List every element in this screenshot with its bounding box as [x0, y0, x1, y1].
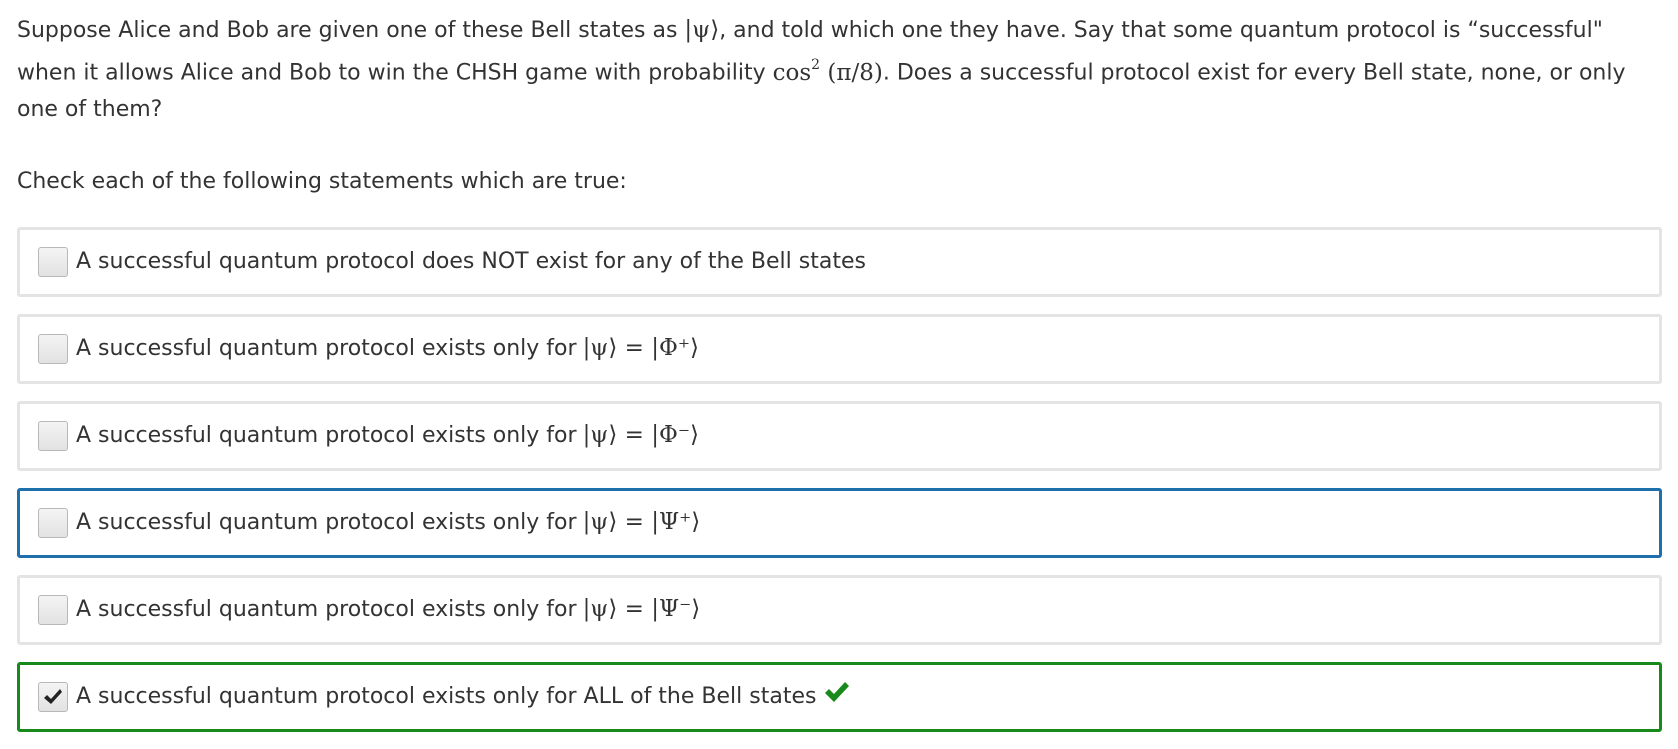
- correct-checkmark-icon: [824, 681, 850, 703]
- probability-math: cos2 (π/8): [772, 57, 883, 86]
- choice-psi-plus[interactable]: A successful quantum protocol exists onl…: [17, 487, 1662, 558]
- choice-psi-minus[interactable]: A successful quantum protocol exists onl…: [17, 574, 1662, 645]
- probability-exponent: 2: [811, 57, 821, 73]
- psi-ket-math: |ψ⟩: [684, 17, 720, 43]
- choice-all-states[interactable]: A successful quantum protocol exists onl…: [17, 661, 1662, 732]
- choice-label: A successful quantum protocol does NOT e…: [76, 247, 866, 277]
- choice-math: |ψ⟩ = |Φ⁺⟩: [582, 335, 699, 362]
- checkmark-icon: [44, 688, 62, 704]
- choice-text: A successful quantum protocol exists onl…: [76, 597, 577, 623]
- problem-container: Suppose Alice and Bob are given one of t…: [17, 12, 1662, 749]
- choice-prompt: Check each of the following statements w…: [17, 168, 627, 194]
- choice-text: A successful quantum protocol exists onl…: [76, 684, 817, 710]
- choice-label: A successful quantum protocol exists onl…: [76, 681, 850, 712]
- choice-label: A successful quantum protocol exists onl…: [76, 333, 699, 364]
- choice-checkbox[interactable]: [38, 594, 68, 625]
- choice-none-exist[interactable]: A successful quantum protocol does NOT e…: [17, 226, 1662, 297]
- choice-label: A successful quantum protocol exists onl…: [76, 594, 700, 625]
- choice-math: |ψ⟩ = |Ψ⁻⟩: [582, 596, 701, 623]
- choice-text: A successful quantum protocol exists onl…: [76, 336, 577, 362]
- choice-checkbox[interactable]: [38, 681, 68, 712]
- choice-label: A successful quantum protocol exists onl…: [76, 507, 700, 538]
- question-part-1: Suppose Alice and Bob are given one of t…: [17, 18, 685, 43]
- choice-checkbox[interactable]: [38, 420, 68, 451]
- choice-phi-plus[interactable]: A successful quantum protocol exists onl…: [17, 313, 1662, 384]
- choice-label: A successful quantum protocol exists onl…: [76, 420, 699, 451]
- choice-checkbox[interactable]: [38, 333, 68, 364]
- choice-text: A successful quantum protocol exists onl…: [76, 510, 577, 536]
- choice-phi-minus[interactable]: A successful quantum protocol exists onl…: [17, 400, 1662, 471]
- choice-checkbox[interactable]: [38, 246, 68, 277]
- probability-argument: (π/8): [820, 59, 883, 86]
- choice-math: |ψ⟩ = |Φ⁻⟩: [582, 422, 699, 449]
- choice-list: A successful quantum protocol does NOT e…: [17, 226, 1662, 732]
- choice-math: |ψ⟩ = |Ψ⁺⟩: [582, 509, 701, 536]
- question-text: Suppose Alice and Bob are given one of t…: [17, 12, 1662, 128]
- choice-text: A successful quantum protocol exists onl…: [76, 423, 577, 449]
- probability-cos: cos: [772, 59, 812, 86]
- choice-text: A successful quantum protocol does NOT e…: [76, 248, 866, 274]
- choice-checkbox[interactable]: [38, 507, 68, 538]
